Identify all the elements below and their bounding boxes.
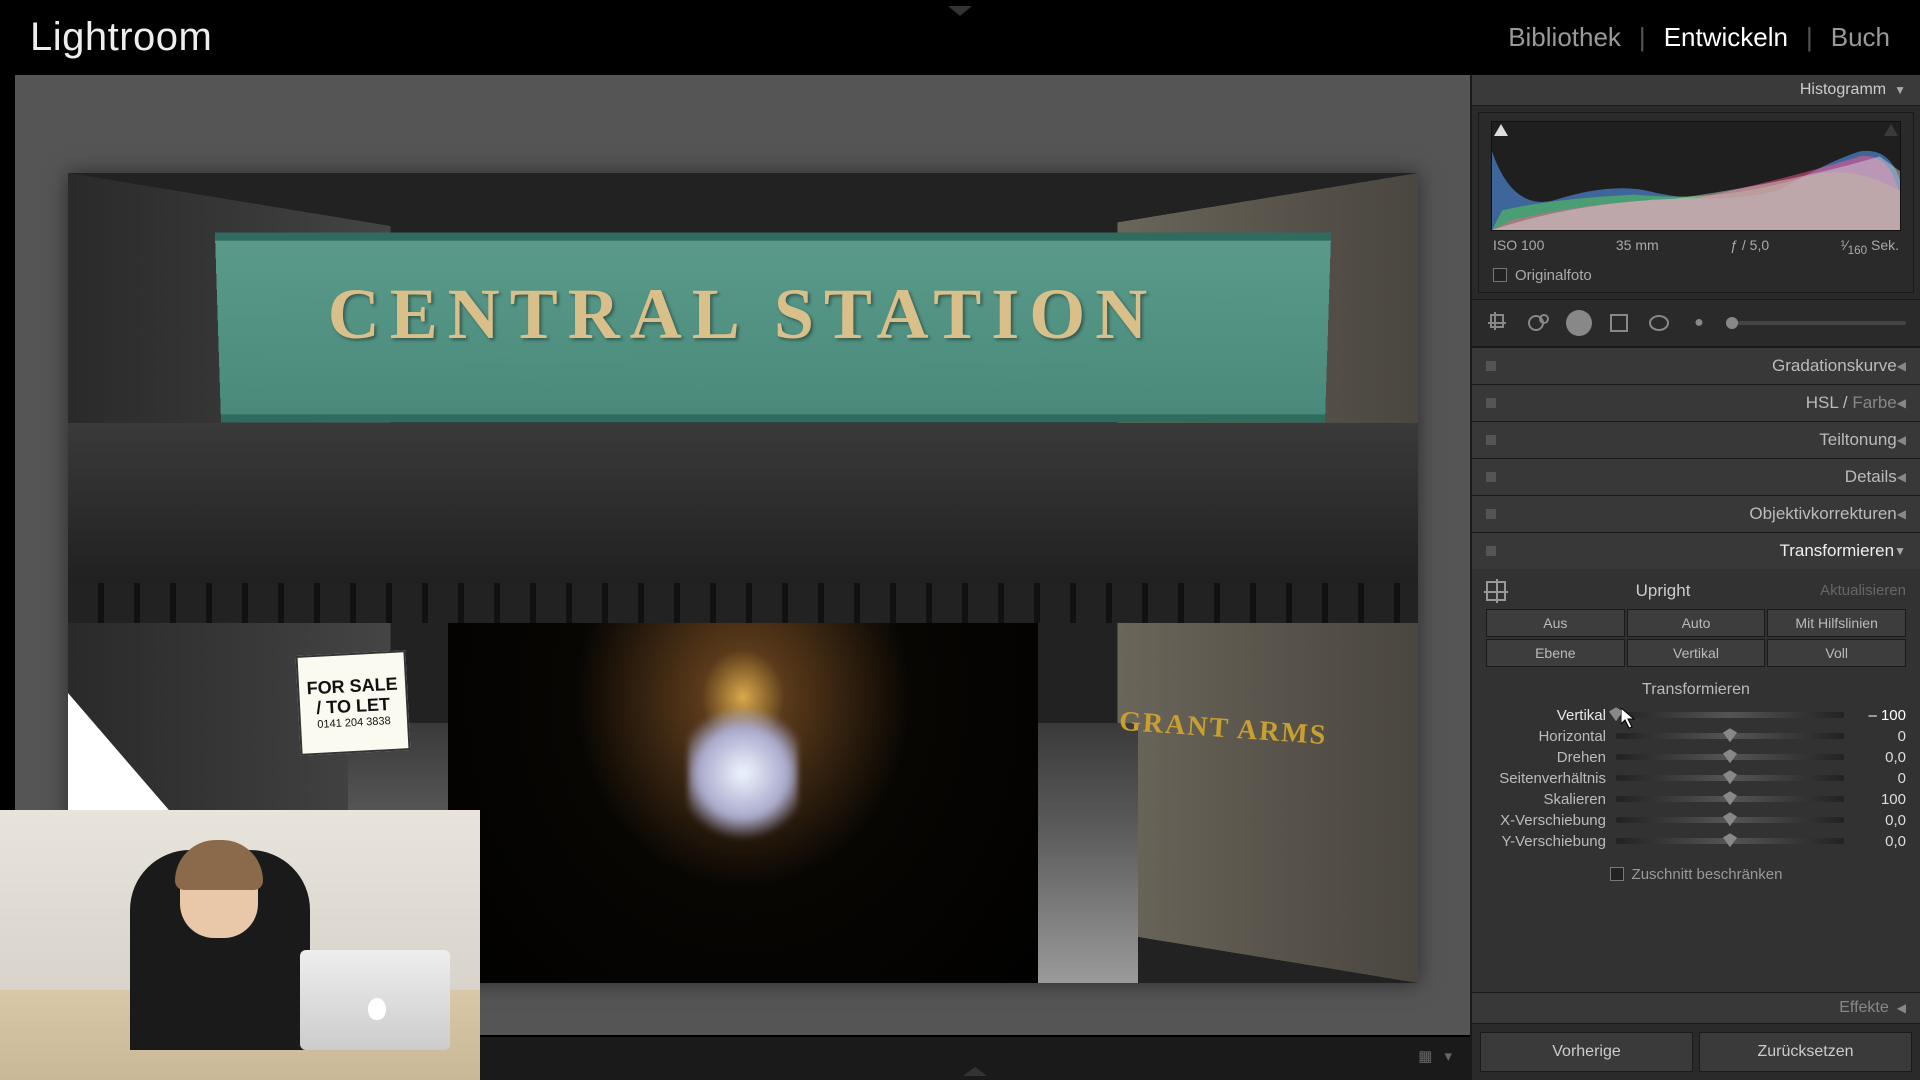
histogram-meta: ISO 100 35 mm ƒ / 5,0 ¹⁄160 Sek. [1491, 231, 1901, 263]
slider-rotate[interactable]: Drehen 0,0 [1486, 747, 1906, 768]
develop-panel: Histogramm▼ ISO 100 35 mm ƒ / 5,0 ¹⁄160 … [1470, 75, 1920, 1080]
chevron-down-icon: ▼ [1894, 83, 1906, 97]
separator: | [1806, 22, 1813, 53]
chevron-left-icon: ◀ [1897, 433, 1906, 447]
slider-horizontal[interactable]: Horizontal 0 [1486, 726, 1906, 747]
station-sign: CENTRAL STATION [68, 273, 1418, 356]
slider-vertical[interactable]: Vertikal – 100 [1486, 705, 1906, 726]
filmstrip-grid-icon[interactable]: ▦ [1418, 1047, 1432, 1065]
upright-level-button[interactable]: Ebene [1486, 639, 1625, 667]
section-splittoning[interactable]: Teiltonung◀ [1472, 421, 1920, 458]
iso-label: ISO 100 [1493, 237, 1544, 257]
transform-subtitle: Transformieren [1486, 681, 1906, 699]
histogram-header[interactable]: Histogramm▼ [1472, 75, 1920, 106]
upright-full-button[interactable]: Voll [1767, 639, 1906, 667]
radial-tool-icon[interactable] [1646, 310, 1672, 336]
module-develop[interactable]: Entwickeln [1664, 22, 1788, 53]
chevron-down-icon: ▼ [1894, 544, 1906, 558]
slider-x-offset[interactable]: X-Verschiebung 0,0 [1486, 810, 1906, 831]
crop-tool-icon[interactable] [1486, 310, 1512, 336]
module-book[interactable]: Buch [1831, 22, 1890, 53]
chevron-left-icon: ◀ [1897, 396, 1906, 410]
slider-y-offset[interactable]: Y-Verschiebung 0,0 [1486, 831, 1906, 852]
chevron-left-icon: ◀ [1897, 507, 1906, 521]
slider-aspect[interactable]: Seitenverhältnis 0 [1486, 768, 1906, 789]
upright-vertical-button[interactable]: Vertikal [1627, 639, 1766, 667]
focal-label: 35 mm [1616, 237, 1659, 257]
chevron-left-icon: ◀ [1897, 470, 1906, 484]
spot-tool-icon[interactable] [1526, 310, 1552, 336]
constrain-crop-checkbox[interactable] [1610, 867, 1624, 881]
upright-guided-button[interactable]: Mit Hilfslinien [1767, 609, 1906, 637]
webcam-overlay [0, 810, 480, 1080]
gradient-tool-icon[interactable] [1606, 310, 1632, 336]
section-tonecurve[interactable]: Gradationskurve◀ [1472, 347, 1920, 384]
brush-tool-icon[interactable]: ● [1686, 310, 1712, 336]
shutter-label: ¹⁄160 Sek. [1841, 237, 1899, 257]
histogram-graph[interactable] [1491, 121, 1901, 231]
section-lens[interactable]: Objektivkorrekturen◀ [1472, 495, 1920, 532]
separator: | [1639, 22, 1646, 53]
section-effects[interactable]: Effekte◀ [1472, 992, 1920, 1023]
apple-logo-icon [368, 998, 386, 1020]
filmstrip[interactable]: ▦ ▾ [480, 1035, 1470, 1080]
module-picker: Bibliothek | Entwickeln | Buch [1508, 22, 1890, 53]
filmstrip-expand-icon[interactable]: ▾ [1444, 1047, 1452, 1065]
section-transform[interactable]: Transformieren▼ [1472, 532, 1920, 569]
guided-upright-icon[interactable] [1486, 581, 1506, 601]
tool-strip: ● [1472, 299, 1920, 347]
section-hsl[interactable]: HSL / Farbe◀ [1472, 384, 1920, 421]
redeye-tool-icon[interactable] [1566, 310, 1592, 336]
brush-size-slider[interactable] [1726, 321, 1906, 325]
original-checkbox[interactable] [1493, 268, 1507, 282]
chevron-left-icon: ◀ [1897, 359, 1906, 373]
module-library[interactable]: Bibliothek [1508, 22, 1621, 53]
constrain-crop-label: Zuschnitt beschränken [1632, 866, 1783, 883]
section-detail[interactable]: Details◀ [1472, 458, 1920, 495]
upright-auto-button[interactable]: Auto [1627, 609, 1766, 637]
app-title: Lightroom [30, 15, 212, 60]
upright-update[interactable]: Aktualisieren [1820, 582, 1906, 599]
upright-modes: Aus Auto Mit Hilfslinien Ebene Vertikal … [1486, 609, 1906, 667]
upright-off-button[interactable]: Aus [1486, 609, 1625, 637]
chevron-left-icon: ◀ [1897, 1001, 1906, 1015]
reset-button[interactable]: Zurücksetzen [1699, 1032, 1912, 1072]
original-label: Originalfoto [1515, 267, 1592, 284]
aperture-label: ƒ / 5,0 [1730, 237, 1769, 257]
slider-scale[interactable]: Skalieren 100 [1486, 789, 1906, 810]
previous-button[interactable]: Vorherige [1480, 1032, 1693, 1072]
upright-title: Upright [1636, 581, 1691, 601]
